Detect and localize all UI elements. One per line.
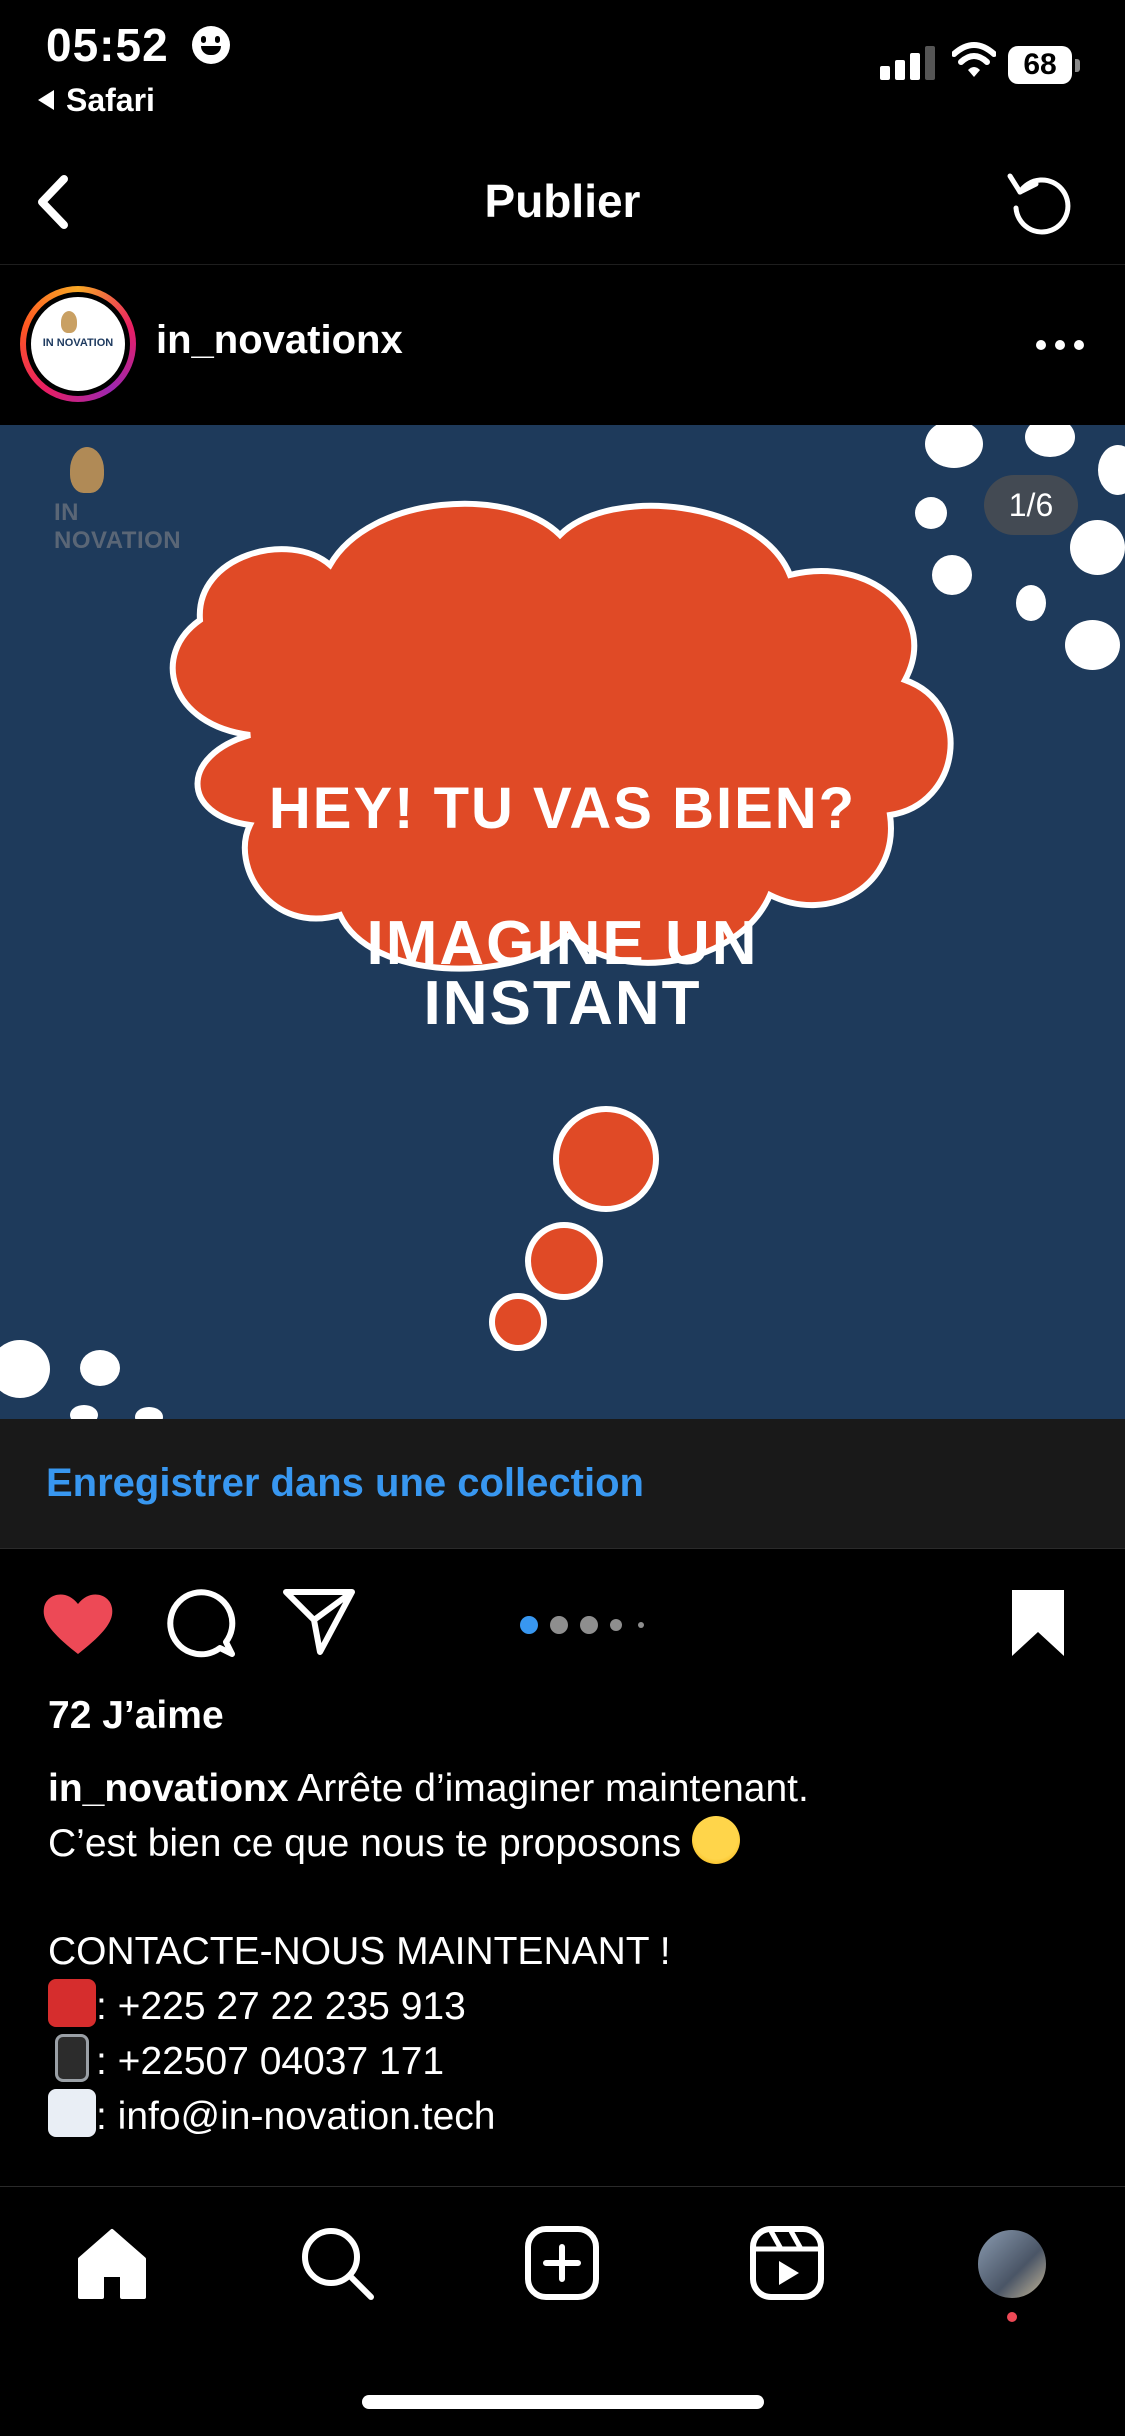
page-title: Publier	[484, 175, 641, 227]
wifi-icon	[952, 42, 996, 77]
comment-icon[interactable]	[162, 1586, 236, 1660]
profile-avatar[interactable]	[975, 2227, 1049, 2301]
status-time: 05:52	[46, 19, 169, 71]
search-icon[interactable]	[297, 2223, 377, 2303]
heart-icon[interactable]	[40, 1588, 116, 1658]
carousel-dot-active	[520, 1616, 538, 1634]
likes-count[interactable]: 72 J’aime	[48, 1694, 224, 1738]
back-triangle-icon	[38, 90, 54, 110]
carousel-dot	[610, 1619, 622, 1631]
carousel-dot	[580, 1616, 598, 1634]
carousel-dots	[520, 1616, 660, 1634]
cellular-signal-icon	[880, 44, 936, 80]
headline-line-3: INSTANT	[423, 969, 702, 1038]
phone-mobile: : +22507 04037 171	[96, 2040, 445, 2083]
status-bar: 05:52 Safari 68	[0, 0, 1125, 140]
share-icon[interactable]	[282, 1586, 356, 1658]
battery-indicator: 68	[1008, 46, 1080, 84]
reels-icon[interactable]	[747, 2223, 827, 2303]
contact-heading: CONTACTE-NOUS MAINTENANT !	[48, 1930, 671, 1973]
envelope-emoji-icon	[48, 2089, 96, 2137]
phone-fixed: : +225 27 22 235 913	[96, 1985, 466, 2028]
mobile-phone-emoji-icon	[55, 2034, 89, 2082]
save-collection-bar: Enregistrer dans une collection	[0, 1419, 1125, 1549]
nav-header: Publier	[0, 140, 1125, 265]
post-caption: in_novationx Arrête d’imaginer maintenan…	[48, 1762, 1088, 2144]
caption-username[interactable]: in_novationx	[48, 1767, 289, 1810]
email: : info@in-novation.tech	[96, 2095, 496, 2138]
post-avatar[interactable]: IN NOVATION	[20, 286, 136, 402]
post-header: IN NOVATION in_novationx	[0, 266, 1125, 424]
notification-dot	[1007, 2312, 1017, 2322]
headline-line-1: HEY! TU VAS BIEN?	[268, 776, 857, 841]
home-icon[interactable]	[72, 2223, 152, 2303]
avatar-brand-text: IN NOVATION	[42, 337, 114, 349]
telephone-emoji-icon	[48, 1979, 96, 2027]
back-app-label: Safari	[66, 82, 155, 118]
caption-line-2: C’est bien ce que nous te proposons	[48, 1822, 682, 1865]
post-username[interactable]: in_novationx	[156, 318, 403, 363]
carousel-dot	[550, 1616, 568, 1634]
smiling-face-emoji-icon	[691, 1816, 740, 1864]
create-icon[interactable]	[522, 2223, 602, 2303]
carousel-dot	[638, 1622, 644, 1628]
smiley-icon	[192, 26, 230, 64]
post-actions	[0, 1550, 1125, 1690]
post-image[interactable]: IN NOVATION 1/6 HEY! TU VAS BIEN? IMAGIN…	[0, 425, 1125, 1419]
caption-line-1: Arrête d’imaginer maintenant.	[297, 1767, 809, 1810]
save-collection-link[interactable]: Enregistrer dans une collection	[46, 1461, 644, 1506]
bookmark-icon[interactable]	[1008, 1588, 1068, 1658]
lightbulb-icon	[61, 311, 77, 333]
home-indicator	[362, 2395, 764, 2409]
more-options-icon[interactable]	[1030, 330, 1090, 360]
back-to-app-link[interactable]: Safari	[38, 82, 155, 119]
refresh-icon[interactable]	[1002, 162, 1082, 242]
